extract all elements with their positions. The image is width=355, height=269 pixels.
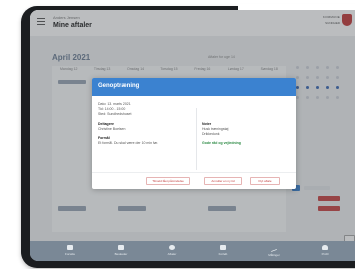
reminder-button[interactable]: Tilmeld fået påmindelse (146, 177, 190, 185)
person-icon (322, 245, 328, 250)
tab-label: Beskeder (114, 252, 128, 256)
participants-label: Deltagere (98, 122, 114, 126)
notes-label: Noter (202, 122, 212, 126)
purpose-label: Formål (98, 136, 110, 140)
app-screen: Anders Jensen Mine aftaler KOMMUNE SUNDH… (30, 10, 355, 261)
dialog-title: Genoptræning (98, 83, 140, 89)
tab-label: Aftaler (167, 252, 177, 256)
tab-profile[interactable]: Profil (305, 241, 345, 261)
participant-name: Christine Boelsen (98, 127, 126, 131)
home-icon (67, 245, 73, 250)
calendar-icon (169, 245, 175, 250)
tab-appointments[interactable]: Aftaler (152, 241, 192, 261)
tab-label: Forside (64, 252, 75, 256)
move-appointment-button[interactable]: Flyt aftale (250, 177, 280, 185)
advice-link[interactable]: Gode råd og vejledning (202, 141, 241, 145)
envelope-icon (118, 245, 124, 250)
notes-line: Drikkedunk (202, 132, 220, 136)
tab-label: Forløb (218, 252, 228, 256)
appointment-date: Dato: 13. marts 2021 (98, 102, 131, 106)
tab-measurements[interactable]: Målinger (254, 241, 294, 261)
appointment-dialog: Genoptræning Dato: 13. marts 2021 Tid: 1… (92, 78, 296, 189)
tab-label: Profil (321, 252, 329, 256)
tab-label: Målinger (268, 253, 280, 257)
tab-home[interactable]: Forside (50, 241, 90, 261)
purpose-text: Et formål. Du skal være der 10 min før. (98, 141, 159, 145)
chat-icon (220, 245, 226, 250)
tab-courses[interactable]: Forløb (203, 241, 243, 261)
dialog-actions: Tilmeld fået påmindelse Annuller en ny t… (92, 172, 296, 185)
dialog-header: Genoptræning (92, 78, 296, 96)
bottom-tab-bar: Forside Beskeder Aftaler Forløb Målinger… (30, 241, 355, 261)
new-time-button[interactable]: Annuller en ny tid (204, 177, 242, 185)
appointment-time: Tid: 14:00 - 15:00 (98, 107, 126, 111)
dialog-divider (196, 108, 197, 170)
chart-icon (271, 243, 277, 253)
notes-line: Husk træningstøj (202, 127, 229, 131)
appointment-place: Sted: Sundhedshuset (98, 112, 132, 116)
tab-messages[interactable]: Beskeder (101, 241, 141, 261)
